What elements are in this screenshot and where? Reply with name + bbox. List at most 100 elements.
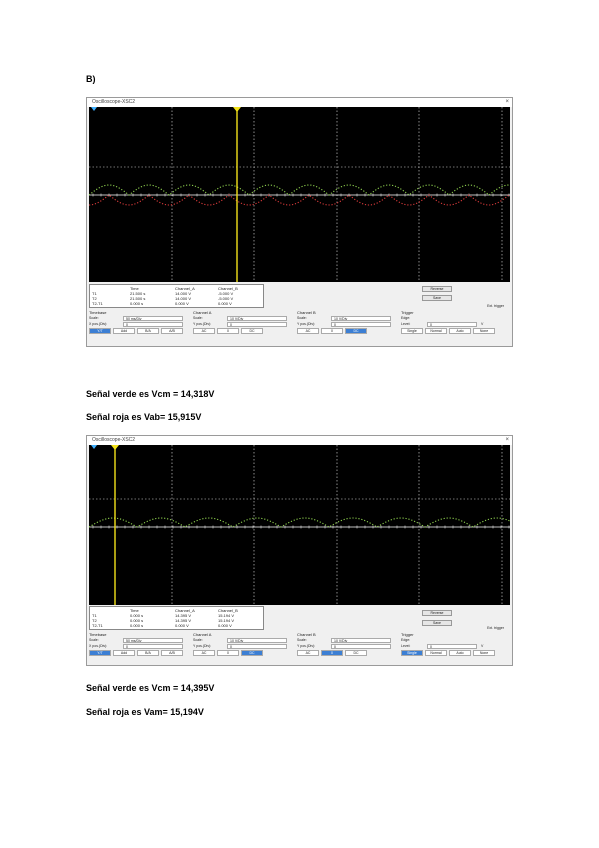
caption-red-1: Señal roja es Vab= 15,915V — [86, 412, 202, 422]
trigger-level-field[interactable]: 0 — [427, 322, 477, 327]
window-title-bar: Oscilloscope-XSC2 × — [87, 98, 512, 107]
timebase-title: Timebase — [89, 310, 107, 315]
coupling-ac-button[interactable]: AC — [193, 328, 215, 334]
coupling-zero-button[interactable]: 0 — [217, 650, 239, 656]
trigger-edge-label: Edge: — [401, 638, 411, 642]
save-button[interactable]: Save — [422, 295, 452, 301]
ext-trigger-label: Ext. trigger — [487, 626, 504, 630]
channel-b-scale-field[interactable]: 10 V/Div — [331, 316, 391, 321]
channel-a-scale-field[interactable]: 10 V/Div — [227, 316, 287, 321]
mode-ba-button[interactable]: B/A — [137, 328, 159, 334]
channel-b-pos-field[interactable]: 0 — [331, 322, 391, 327]
timebase-group: Timebase Scale: 50 ms/Div X pos.(Div): 0… — [89, 310, 189, 334]
timebase-mode-buttons: Y/T Add B/A A/B — [89, 650, 183, 656]
green-trace — [89, 184, 510, 196]
timebase-pos-label: X pos.(Div): — [89, 644, 108, 648]
trigger-auto-button[interactable]: Auto — [449, 650, 471, 656]
channel-a-pos-label: Y pos.(Div): — [193, 644, 212, 648]
mode-yt-button[interactable]: Y/T — [89, 328, 111, 334]
readout-cell: 0.000 V — [175, 301, 189, 306]
trigger-edge-label: Edge: — [401, 316, 411, 320]
channel-a-coupling-buttons: AC 0 DC — [193, 328, 263, 334]
channel-b-pos-label: Y pos.(Div): — [297, 322, 316, 326]
green-trace — [89, 517, 510, 528]
timebase-pos-field[interactable]: 0 — [123, 322, 183, 327]
cursor-marker-icon — [91, 445, 97, 449]
channel-a-pos-field[interactable]: 0 — [227, 322, 287, 327]
red-trace — [89, 194, 510, 206]
scope-screen-svg — [89, 107, 510, 282]
channel-a-coupling-buttons: AC 0 DC — [193, 650, 263, 656]
control-panel: Time Channel_A Channel_B T1 0.000 s 14.3… — [89, 606, 510, 664]
channel-b-title: Channel B — [297, 632, 316, 637]
mode-add-button[interactable]: Add — [113, 650, 135, 656]
mode-ab-button[interactable]: A/B — [161, 328, 183, 334]
channel-a-group: Channel A Scale: 10 V/Div Y pos.(Div): 0… — [193, 632, 293, 656]
timebase-pos-field[interactable]: 0 — [123, 644, 183, 649]
save-button[interactable]: Save — [422, 620, 452, 626]
trigger-level-label: Level: — [401, 644, 411, 648]
cursor-marker-icon — [91, 107, 97, 111]
coupling-zero-button[interactable]: 0 — [321, 650, 343, 656]
scope-screen-svg — [89, 445, 510, 605]
trigger-level-field[interactable]: 0 — [427, 644, 477, 649]
cursor-readout: Time Channel_A Channel_B T1 0.000 s 14.3… — [89, 606, 264, 630]
mode-ba-button[interactable]: B/A — [137, 650, 159, 656]
channel-b-coupling-buttons: AC 0 DC — [297, 650, 367, 656]
coupling-zero-button[interactable]: 0 — [217, 328, 239, 334]
coupling-zero-button[interactable]: 0 — [321, 328, 343, 334]
trigger-normal-button[interactable]: Normal — [425, 650, 447, 656]
timebase-scale-field[interactable]: 50 ms/Div — [123, 638, 183, 643]
channel-b-pos-field[interactable]: 0 — [331, 644, 391, 649]
reverse-button[interactable]: Reverse — [422, 610, 452, 616]
trigger-mode-buttons: Single Normal Auto None — [401, 328, 495, 334]
coupling-ac-button[interactable]: AC — [297, 650, 319, 656]
coupling-dc-button[interactable]: DC — [241, 328, 263, 334]
channel-a-title: Channel A — [193, 632, 212, 637]
channel-b-scale-field[interactable]: 10 V/Div — [331, 638, 391, 643]
cursor-handle-icon — [233, 107, 241, 112]
channel-a-scale-field[interactable]: 10 V/Div — [227, 638, 287, 643]
oscilloscope-window-2: Oscilloscope-XSC2 × Time Channel_A Chann… — [86, 435, 513, 666]
trigger-none-button[interactable]: None — [473, 328, 495, 334]
mode-yt-button[interactable]: Y/T — [89, 650, 111, 656]
mode-ab-button[interactable]: A/B — [161, 650, 183, 656]
readout-cell: 0.000 s — [130, 301, 144, 306]
section-label: B) — [86, 74, 96, 84]
coupling-ac-button[interactable]: AC — [297, 328, 319, 334]
timebase-group: Timebase Scale: 50 ms/Div X pos.(Div): 0… — [89, 632, 189, 656]
channel-a-group: Channel A Scale: 10 V/Div Y pos.(Div): 0… — [193, 310, 293, 334]
trigger-auto-button[interactable]: Auto — [449, 328, 471, 334]
trigger-level-label: Level: — [401, 322, 411, 326]
readout-cell: 0.000 V — [175, 623, 189, 628]
close-icon[interactable]: × — [505, 98, 509, 107]
channel-b-scale-label: Scale: — [297, 316, 307, 320]
timebase-pos-label: X pos.(Div): — [89, 322, 108, 326]
trigger-single-button[interactable]: Single — [401, 328, 423, 334]
window-title: Oscilloscope-XSC2 — [92, 99, 136, 105]
timebase-mode-buttons: Y/T Add B/A A/B — [89, 328, 183, 334]
trigger-group: Trigger Edge: Level: 0 V Single Normal A… — [401, 632, 509, 656]
oscilloscope-window-1: Oscilloscope-XSC2 × Time Channel_A Chann… — [86, 97, 513, 347]
caption-green-1: Señal verde es Vcm = 14,318V — [86, 389, 215, 399]
trigger-none-button[interactable]: None — [473, 650, 495, 656]
channel-a-title: Channel A — [193, 310, 212, 315]
reverse-button[interactable]: Reverse — [422, 286, 452, 292]
trigger-level-unit: V — [481, 322, 484, 326]
timebase-scale-label: Scale: — [89, 638, 99, 642]
trigger-mode-buttons: Single Normal Auto None — [401, 650, 495, 656]
coupling-dc-button[interactable]: DC — [241, 650, 263, 656]
mode-add-button[interactable]: Add — [113, 328, 135, 334]
channel-a-pos-field[interactable]: 0 — [227, 644, 287, 649]
cursor-readout: Time Channel_A Channel_B T1 21.500 s 14.… — [89, 284, 264, 308]
trigger-single-button[interactable]: Single — [401, 650, 423, 656]
readout-cell: 0.000 s — [130, 623, 144, 628]
timebase-scale-label: Scale: — [89, 316, 99, 320]
timebase-scale-field[interactable]: 50 ms/Div — [123, 316, 183, 321]
trigger-group: Trigger Edge: Level: 0 V Single Normal A… — [401, 310, 509, 334]
coupling-dc-button[interactable]: DC — [345, 328, 367, 334]
trigger-normal-button[interactable]: Normal — [425, 328, 447, 334]
coupling-ac-button[interactable]: AC — [193, 650, 215, 656]
close-icon[interactable]: × — [505, 436, 509, 445]
coupling-dc-button[interactable]: DC — [345, 650, 367, 656]
